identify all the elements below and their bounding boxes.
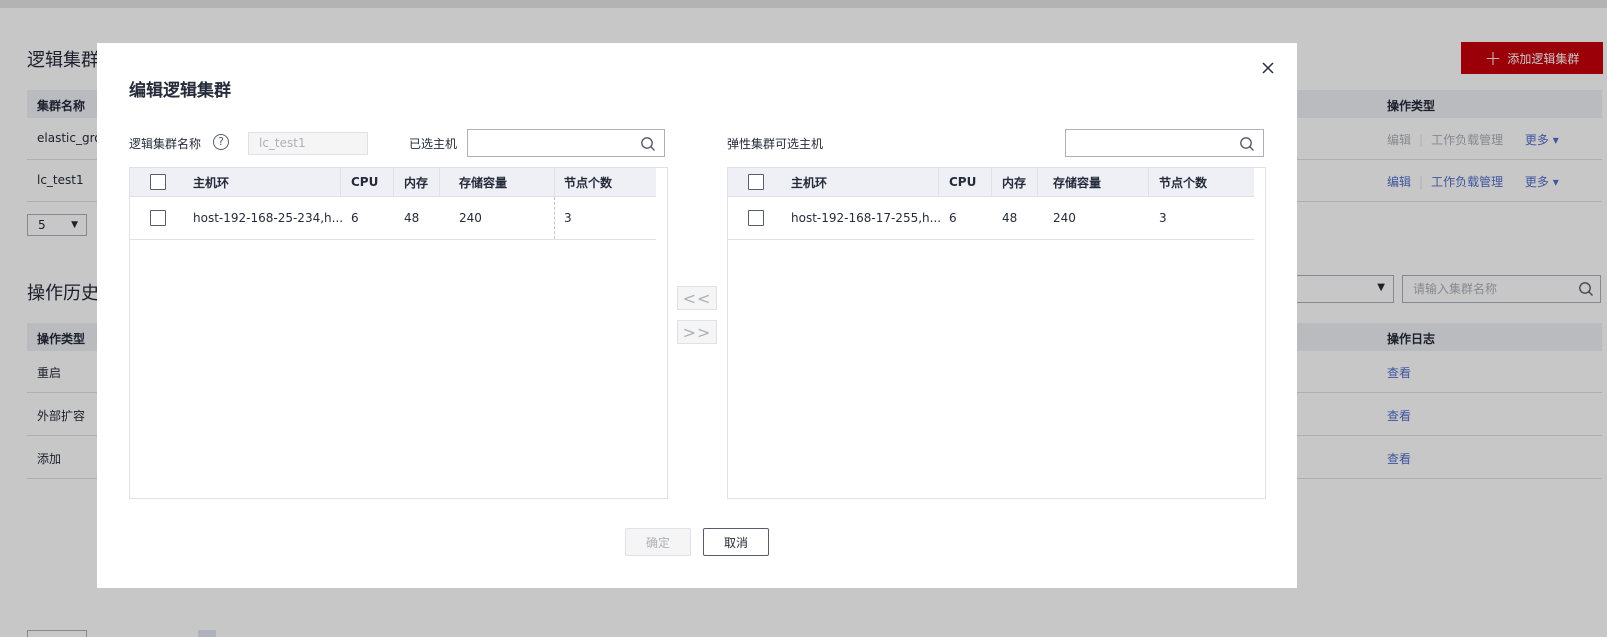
th-cpu: CPU [949, 175, 977, 189]
available-hosts-label: 弹性集群可选主机 [727, 137, 824, 151]
select-all-checkbox[interactable] [150, 174, 166, 190]
th-storage: 存储容量 [1053, 175, 1102, 190]
th-host: 主机环 [193, 175, 230, 190]
cluster-name-field: lc_test1 [248, 132, 368, 155]
row-checkbox[interactable] [150, 210, 166, 226]
close-icon[interactable] [1259, 59, 1277, 77]
confirm-button[interactable]: 确定 [625, 528, 691, 556]
memory-cell: 48 [1002, 211, 1018, 225]
memory-cell: 48 [404, 211, 420, 225]
selected-hosts-search-input[interactable] [467, 129, 665, 157]
selected-hosts-label: 已选主机 [409, 137, 458, 151]
th-node-count: 节点个数 [564, 175, 613, 190]
node-count-cell: 3 [564, 211, 572, 225]
storage-cell: 240 [1053, 211, 1076, 225]
table-row[interactable]: host-192-168-25-234,h... 6 48 240 3 [130, 197, 656, 240]
cancel-button[interactable]: 取消 [703, 528, 769, 556]
edit-logical-cluster-dialog: 编辑逻辑集群 逻辑集群名称 ? lc_test1 已选主机 弹性集群可选主机 主… [97, 43, 1297, 588]
th-memory: 内存 [1002, 175, 1027, 190]
node-count-cell: 3 [1159, 211, 1167, 225]
available-hosts-table-header: 主机环 CPU 内存 存储容量 节点个数 [728, 168, 1254, 197]
row-checkbox[interactable] [748, 210, 764, 226]
available-hosts-search-input[interactable] [1065, 129, 1264, 157]
th-storage: 存储容量 [459, 175, 508, 190]
th-memory: 内存 [404, 175, 429, 190]
th-host: 主机环 [791, 175, 828, 190]
selected-hosts-table-header: 主机环 CPU 内存 存储容量 节点个数 [130, 168, 656, 197]
search-icon[interactable] [640, 136, 656, 152]
move-right-button[interactable]: >> [677, 320, 717, 344]
host-cell: host-192-168-17-255,h... [791, 211, 942, 225]
selected-hosts-panel: 主机环 CPU 内存 存储容量 节点个数 host-192-168-25-234… [129, 167, 668, 499]
cpu-cell: 6 [351, 211, 359, 225]
move-left-button[interactable]: << [677, 286, 717, 310]
th-cpu: CPU [351, 175, 379, 189]
cluster-name-label: 逻辑集群名称 [129, 137, 202, 151]
select-all-checkbox[interactable] [748, 174, 764, 190]
table-row[interactable]: host-192-168-17-255,h... 6 48 240 3 [728, 197, 1254, 240]
dialog-title: 编辑逻辑集群 [129, 81, 231, 101]
th-node-count: 节点个数 [1159, 175, 1208, 190]
help-icon[interactable]: ? [213, 134, 229, 150]
host-cell: host-192-168-25-234,h... [193, 211, 344, 225]
available-hosts-panel: 主机环 CPU 内存 存储容量 节点个数 host-192-168-17-255… [727, 167, 1266, 499]
search-icon[interactable] [1239, 136, 1255, 152]
cpu-cell: 6 [949, 211, 957, 225]
storage-cell: 240 [459, 211, 482, 225]
